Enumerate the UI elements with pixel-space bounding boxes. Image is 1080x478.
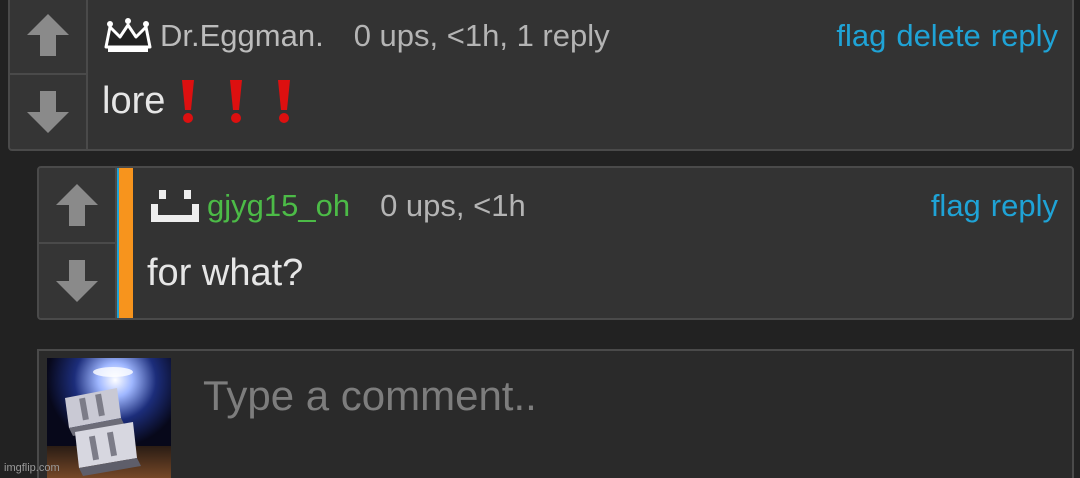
delete-link[interactable]: delete (896, 18, 980, 54)
reply-link[interactable]: reply (991, 188, 1058, 224)
arrow-down-icon (27, 90, 69, 133)
reply-comment-card: gjyg15_oh 0 ups, <1h flag reply for what… (37, 166, 1074, 320)
reply-accent-bar (117, 168, 133, 318)
comment-thread-page: Dr.Eggman. 0 ups, <1h, 1 reply flag dele… (0, 0, 1080, 478)
comment-actions: flag delete reply (836, 18, 1058, 54)
arrow-down-icon (56, 260, 98, 302)
comment-body: Dr.Eggman. 0 ups, <1h, 1 reply flag dele… (88, 0, 1072, 149)
comment-text-row: for what? (147, 252, 303, 295)
comment-text-row: lore (102, 78, 293, 124)
red-exclamation-icon (182, 80, 195, 123)
comment-actions: flag reply (931, 188, 1058, 224)
comment-card: Dr.Eggman. 0 ups, <1h, 1 reply flag dele… (8, 0, 1074, 151)
comment-stats: 0 ups, <1h (380, 188, 526, 223)
comment-composer (37, 349, 1074, 478)
comment-stats: 0 ups, <1h, 1 reply (353, 18, 610, 53)
arrow-up-icon (56, 184, 98, 226)
upvote-button[interactable] (10, 0, 86, 73)
arrow-up-icon (27, 14, 69, 57)
crown-icon (104, 18, 152, 52)
comment-username[interactable]: gjyg15_oh (207, 188, 350, 224)
downvote-button[interactable] (10, 72, 86, 150)
exclamation-group (179, 78, 293, 124)
comment-body: gjyg15_oh 0 ups, <1h flag reply for what… (133, 168, 1072, 318)
red-exclamation-icon (278, 80, 291, 123)
comment-input[interactable] (189, 361, 1052, 431)
red-exclamation-icon (230, 80, 243, 123)
comment-meta: Dr.Eggman. 0 ups, <1h, 1 reply flag dele… (102, 16, 1058, 56)
comment-username[interactable]: Dr.Eggman. (160, 18, 324, 54)
imgflip-watermark: imgflip.com (4, 462, 60, 474)
smile-face-icon (151, 190, 199, 222)
flag-link[interactable]: flag (836, 18, 886, 54)
downvote-button[interactable] (39, 242, 115, 318)
user-avatar-image[interactable] (47, 358, 171, 478)
flag-link[interactable]: flag (931, 188, 981, 224)
upvote-button[interactable] (39, 168, 115, 242)
reply-link[interactable]: reply (991, 18, 1058, 54)
reply-highlight-frame: gjyg15_oh 0 ups, <1h flag reply for what… (117, 168, 1072, 318)
comment-text: lore (102, 79, 166, 122)
comment-meta: gjyg15_oh 0 ups, <1h flag reply (147, 186, 1058, 226)
vote-column (39, 168, 117, 318)
vote-column (10, 0, 88, 149)
comment-text: for what? (147, 252, 304, 294)
